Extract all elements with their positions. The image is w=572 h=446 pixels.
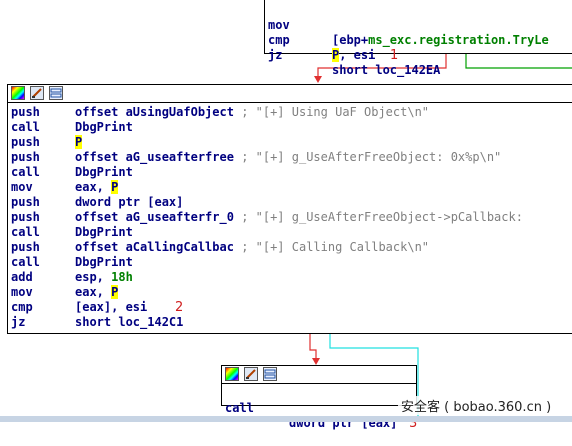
operand: short loc_142EA (332, 63, 441, 77)
mnemonic: call (11, 120, 40, 134)
operand: DbgPrint (75, 165, 133, 179)
operand: DbgPrint (75, 225, 133, 239)
mnemonic: push (11, 135, 40, 149)
edit-node-icon[interactable] (244, 367, 258, 381)
mnemonic: push (11, 240, 40, 254)
node-header (222, 366, 416, 384)
mnemonic: call (11, 165, 40, 179)
mnemonic: jz (268, 48, 283, 62)
operand: short loc_142C1 (75, 315, 184, 329)
mnemonic: push (11, 105, 40, 119)
edge-arrowhead-main (312, 358, 320, 365)
operand: offset aUsingUafObject ; "[+] Using UaF … (75, 105, 430, 119)
mnemonic: mov (11, 180, 33, 194)
operand: P, esi 1 (332, 48, 399, 63)
operand: [eax], esi 2 (75, 300, 184, 315)
mnemonic: push (11, 150, 40, 164)
color-palette-icon[interactable] (11, 86, 25, 100)
top-cut-line (265, 0, 565, 4)
operand: DbgPrint (75, 255, 133, 269)
comment: ; "[+] g_UseAfterFreeObject->pCallback: (241, 210, 523, 224)
mnemonic: push (11, 195, 40, 209)
watermark: 安全客 ( bobao.360.cn ) (398, 396, 555, 415)
canvas-bottom-strip (0, 416, 572, 422)
code-line[interactable]: call dword ptr [eax] 3 (222, 386, 418, 431)
graph-overview-icon[interactable] (263, 367, 277, 381)
code-block-main[interactable]: push offset aUsingUafObject ; "[+] Using … (7, 84, 572, 334)
code-line[interactable]: cmp P, esi 1 (265, 18, 572, 63)
comment: ; "[+] Using UaF Object\n" (241, 105, 430, 119)
comment: ; "[+] Calling Callback\n" (241, 240, 430, 254)
operand: eax, P (75, 285, 119, 299)
highlighted-operand[interactable]: P (111, 285, 119, 299)
code-line[interactable]: jz short loc_142EA (265, 33, 572, 77)
mnemonic: cmp (11, 300, 33, 314)
annotation-number: 1 (390, 48, 399, 63)
annotation-number: 2 (175, 300, 184, 315)
graph-overview-icon[interactable] (49, 86, 63, 100)
mnemonic: call (225, 401, 254, 415)
mnemonic: call (11, 255, 40, 269)
edit-node-icon[interactable] (30, 86, 44, 100)
highlighted-operand[interactable]: P (111, 180, 119, 194)
mnemonic: jz (11, 315, 26, 329)
operand: eax, P (75, 180, 119, 194)
node-header (8, 85, 572, 103)
operand: dword ptr [eax] (75, 195, 184, 209)
mnemonic: mov (11, 285, 33, 299)
operand: DbgPrint (75, 120, 133, 134)
code-line[interactable]: mov [ebp+ms_exc.registration.TryLe (265, 3, 572, 47)
operand: offset aG_useafterfr_0 ; "[+] g_UseAfter… (75, 210, 523, 224)
edge-false-main (309, 334, 317, 360)
edge-true-top (465, 54, 572, 69)
edge-arrowhead-top (314, 76, 322, 83)
mnemonic: call (11, 225, 40, 239)
operand: offset aG_useafterfree ; "[+] g_UseAfter… (75, 150, 502, 164)
color-palette-icon[interactable] (225, 367, 239, 381)
code-block-top[interactable]: mov [ebp+ms_exc.registration.TryLe cmp P… (264, 0, 572, 77)
operand: P (75, 135, 83, 150)
mnemonic: add (11, 270, 33, 284)
highlighted-operand[interactable]: P (75, 135, 83, 149)
mnemonic: push (11, 210, 40, 224)
operand: offset aCallingCallbac ; "[+] Calling Ca… (75, 240, 430, 254)
code-block-bottom[interactable]: call dword ptr [eax] 3 (221, 365, 418, 431)
hex-number: 18h (111, 270, 133, 284)
comment: ; "[+] g_UseAfterFreeObject: 0x%p\n" (241, 150, 502, 164)
operand: esp, 18h (75, 270, 133, 284)
